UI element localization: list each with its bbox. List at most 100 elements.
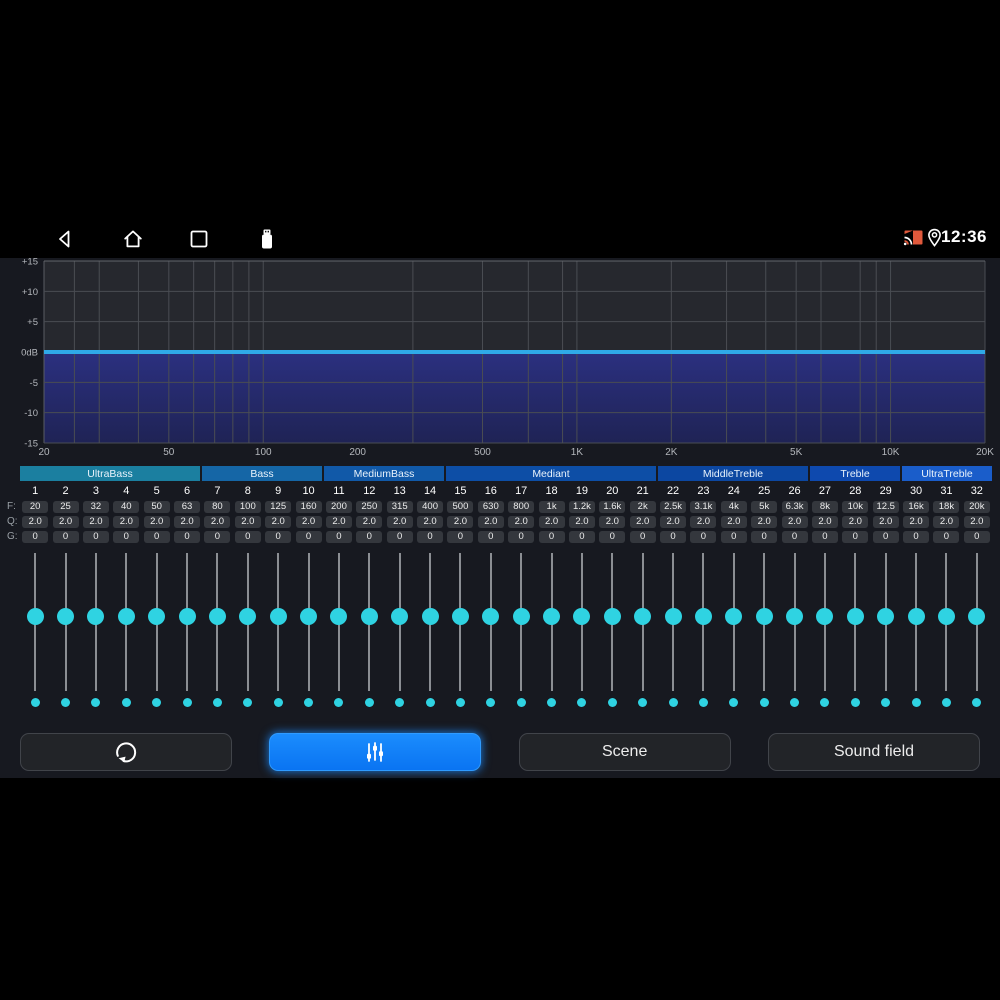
gain-value[interactable]: 0 [477, 531, 504, 543]
slider-knob[interactable] [300, 608, 318, 625]
frequency-value[interactable]: 100 [234, 501, 261, 513]
slider-dot[interactable] [941, 698, 951, 707]
q-value[interactable]: 2.0 [903, 516, 930, 528]
frequency-value[interactable]: 125 [265, 501, 292, 513]
gain-value[interactable]: 0 [599, 531, 626, 543]
frequency-value[interactable]: 630 [477, 501, 504, 513]
q-value[interactable]: 2.0 [295, 516, 322, 528]
slider-dot[interactable] [698, 698, 708, 707]
slider-knob[interactable] [360, 608, 378, 625]
slider-knob[interactable] [57, 608, 75, 625]
slider-knob[interactable] [543, 608, 561, 625]
slider-knob[interactable] [239, 608, 257, 625]
usb-icon[interactable] [255, 227, 279, 251]
frequency-value[interactable]: 4k [720, 501, 747, 513]
frequency-value[interactable]: 6.3k [781, 501, 808, 513]
gain-value[interactable]: 0 [143, 531, 170, 543]
slider-knob[interactable] [421, 608, 439, 625]
q-value[interactable]: 2.0 [82, 516, 109, 528]
q-value[interactable]: 2.0 [538, 516, 565, 528]
q-value[interactable]: 2.0 [113, 516, 140, 528]
q-value[interactable]: 2.0 [52, 516, 79, 528]
slider-dot[interactable] [304, 698, 314, 707]
gain-value[interactable]: 0 [265, 531, 292, 543]
slider-dot[interactable] [182, 698, 192, 707]
q-value[interactable]: 2.0 [174, 516, 201, 528]
q-value[interactable]: 2.0 [143, 516, 170, 528]
q-value[interactable]: 2.0 [781, 516, 808, 528]
slider-knob[interactable] [786, 608, 804, 625]
slider-knob[interactable] [907, 608, 925, 625]
slider-dot[interactable] [243, 698, 253, 707]
slider-knob[interactable] [512, 608, 530, 625]
slider-dot[interactable] [820, 698, 830, 707]
q-value[interactable]: 2.0 [872, 516, 899, 528]
slider-dot[interactable] [638, 698, 648, 707]
slider-dot[interactable] [790, 698, 800, 707]
gain-value[interactable]: 0 [629, 531, 656, 543]
slider-knob[interactable] [816, 608, 834, 625]
slider-knob[interactable] [117, 608, 135, 625]
slider-dot[interactable] [273, 698, 283, 707]
band-group-bass[interactable]: Bass [202, 466, 322, 481]
frequency-value[interactable]: 2.5k [660, 501, 687, 513]
slider-knob[interactable] [664, 608, 682, 625]
band-group-ultrabass[interactable]: UltraBass [20, 466, 200, 481]
slider-knob[interactable] [451, 608, 469, 625]
frequency-value[interactable]: 50 [143, 501, 170, 513]
gain-value[interactable]: 0 [234, 531, 261, 543]
gain-value[interactable]: 0 [568, 531, 595, 543]
q-value[interactable]: 2.0 [386, 516, 413, 528]
slider-knob[interactable] [26, 608, 44, 625]
slider-dot[interactable] [364, 698, 374, 707]
gain-value[interactable]: 0 [417, 531, 444, 543]
q-value[interactable]: 2.0 [690, 516, 717, 528]
gain-value[interactable]: 0 [204, 531, 231, 543]
gain-value[interactable]: 0 [113, 531, 140, 543]
slider-knob[interactable] [846, 608, 864, 625]
gain-value[interactable]: 0 [22, 531, 49, 543]
band-group-mediumbass[interactable]: MediumBass [324, 466, 444, 481]
slider-dot[interactable] [516, 698, 526, 707]
gain-value[interactable]: 0 [660, 531, 687, 543]
slider-knob[interactable] [148, 608, 166, 625]
home-icon[interactable] [121, 227, 145, 251]
slider-dot[interactable] [729, 698, 739, 707]
gain-value[interactable]: 0 [842, 531, 869, 543]
slider-dot[interactable] [91, 698, 101, 707]
frequency-value[interactable]: 5k [751, 501, 778, 513]
slider-knob[interactable] [937, 608, 955, 625]
slider-dot[interactable] [395, 698, 405, 707]
gain-value[interactable]: 0 [690, 531, 717, 543]
q-value[interactable]: 2.0 [508, 516, 535, 528]
slider-dot[interactable] [121, 698, 131, 707]
frequency-value[interactable]: 80 [204, 501, 231, 513]
slider-dot[interactable] [212, 698, 222, 707]
slider-dot[interactable] [850, 698, 860, 707]
slider-knob[interactable] [694, 608, 712, 625]
gain-value[interactable]: 0 [325, 531, 352, 543]
frequency-value[interactable]: 250 [356, 501, 383, 513]
slider-knob[interactable] [269, 608, 287, 625]
slider-knob[interactable] [330, 608, 348, 625]
frequency-value[interactable]: 200 [325, 501, 352, 513]
slider-dot[interactable] [455, 698, 465, 707]
gain-value[interactable]: 0 [356, 531, 383, 543]
scene-button[interactable]: Scene [518, 733, 731, 771]
q-value[interactable]: 2.0 [660, 516, 687, 528]
q-value[interactable]: 2.0 [325, 516, 352, 528]
gain-value[interactable]: 0 [933, 531, 960, 543]
reset-button[interactable] [20, 733, 232, 771]
q-value[interactable]: 2.0 [417, 516, 444, 528]
slider-knob[interactable] [755, 608, 773, 625]
gain-value[interactable]: 0 [781, 531, 808, 543]
gain-value[interactable]: 0 [174, 531, 201, 543]
frequency-value[interactable]: 16k [903, 501, 930, 513]
slider-knob[interactable] [603, 608, 621, 625]
frequency-value[interactable]: 18k [933, 501, 960, 513]
sound-field-button[interactable]: Sound field [767, 733, 980, 771]
slider-knob[interactable] [877, 608, 895, 625]
q-value[interactable]: 2.0 [356, 516, 383, 528]
gain-value[interactable]: 0 [538, 531, 565, 543]
equalizer-button[interactable] [269, 733, 482, 771]
